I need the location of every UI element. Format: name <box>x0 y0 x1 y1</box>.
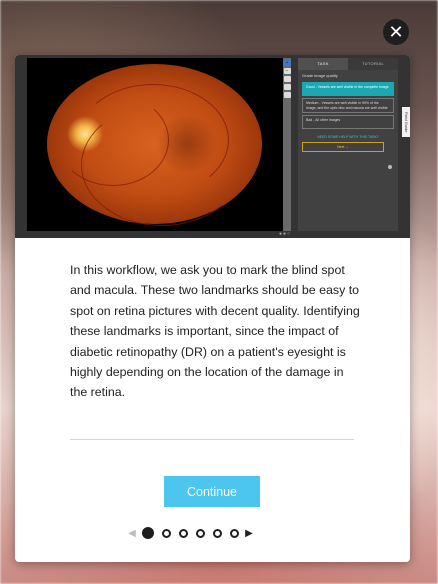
tutorial-preview-screenshot: ●●○ + − TASK TUTORIAL Grade image qualit… <box>15 55 410 238</box>
task-tabs: TASK TUTORIAL <box>298 58 398 70</box>
page-dot-2[interactable] <box>162 528 171 538</box>
task-question: Grade image quality <box>302 73 338 78</box>
tutorial-description: In this workflow, we ask you to mark the… <box>70 263 360 400</box>
settings-icon[interactable] <box>388 165 392 169</box>
tab-tutorial[interactable]: TUTORIAL <box>348 58 398 70</box>
rotate-icon[interactable] <box>283 76 291 82</box>
task-panel: TASK TUTORIAL Grade image quality Good -… <box>298 58 398 231</box>
page-dot-3[interactable] <box>179 528 188 538</box>
task-help-link[interactable]: NEED SOME HELP WITH THIS TASK? <box>298 135 398 139</box>
page-dot-1[interactable] <box>142 527 154 539</box>
page-dot-4[interactable] <box>196 528 205 538</box>
answer-bad[interactable]: Bad - All other images <box>302 115 394 129</box>
answer-medium[interactable]: Medium - Vessels are well visible in 90%… <box>302 98 394 113</box>
answer-good[interactable]: Good - Vessels are well visible in the c… <box>302 82 394 96</box>
divider <box>70 439 354 440</box>
continue-button[interactable]: Continue <box>164 476 260 507</box>
retina-fundus-image <box>47 64 262 226</box>
tutorial-modal: ●●○ + − TASK TUTORIAL Grade image qualit… <box>15 55 410 562</box>
page-dot-5[interactable] <box>213 528 222 538</box>
zoom-out-icon[interactable]: − <box>283 68 291 74</box>
fullscreen-icon[interactable] <box>283 92 291 98</box>
retina-image-viewer: ●●○ <box>27 58 291 237</box>
field-guide-tab[interactable]: Field Guide <box>402 107 410 137</box>
next-page-icon[interactable]: ▶ <box>243 528 255 539</box>
page-dot-6[interactable] <box>230 528 239 538</box>
zoom-in-icon[interactable]: + <box>283 60 291 66</box>
tab-task[interactable]: TASK <box>298 58 348 70</box>
image-page-indicator: ●●○ <box>279 231 292 237</box>
image-toolbar: + − <box>283 58 291 231</box>
reset-icon[interactable] <box>283 84 291 90</box>
close-icon[interactable]: ✕ <box>383 19 409 45</box>
tutorial-pagination: ◀ ▶ <box>126 525 296 541</box>
next-button[interactable]: Next → <box>302 142 384 152</box>
previous-page-icon[interactable]: ◀ <box>126 528 138 539</box>
